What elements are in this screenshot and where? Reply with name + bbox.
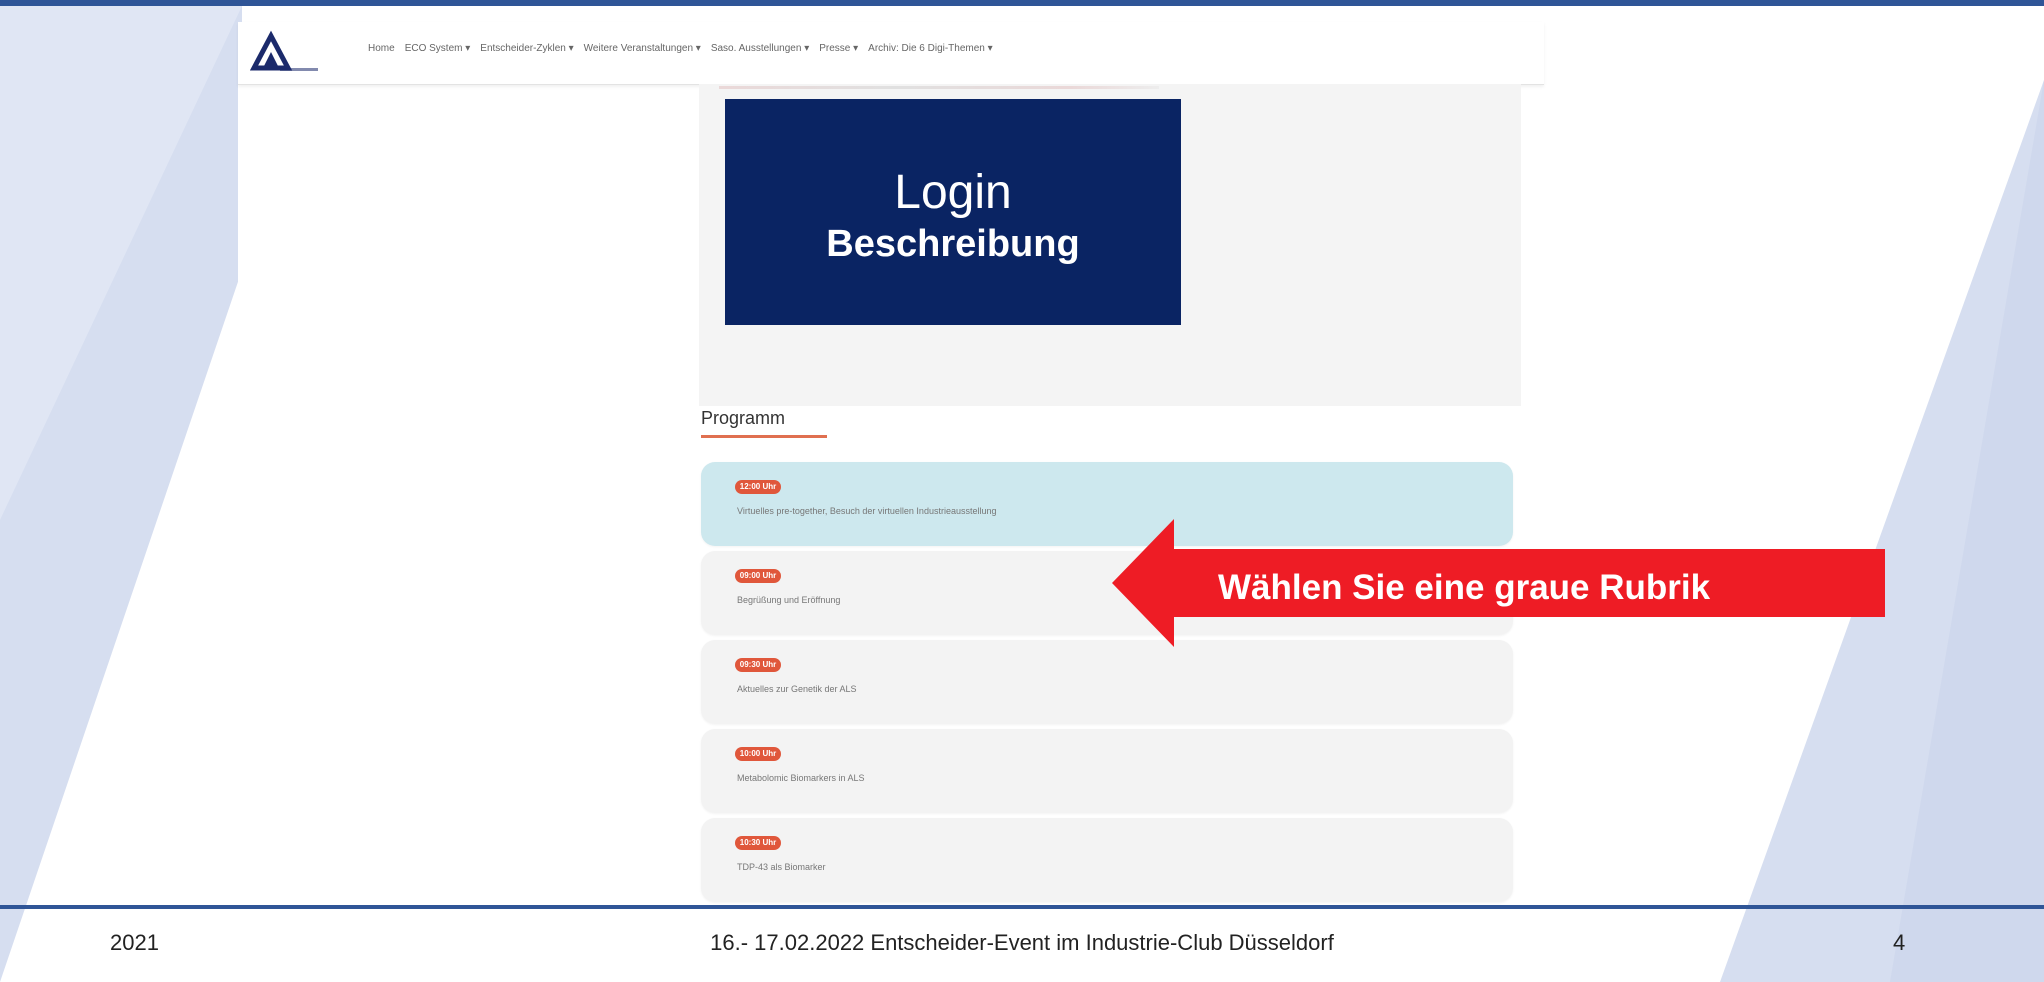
login-title: Login [894,166,1012,219]
nav-item-weitere-veranstaltungen[interactable]: Weitere Veranstaltungen ▾ [584,43,701,54]
programm-heading: Programm [701,408,786,428]
nav-item-archiv[interactable]: Archiv: Die 6 Digi-Themen ▾ [868,43,993,54]
time-badge: 10:00 Uhr [735,747,781,761]
nav-item-ausstellungen[interactable]: Saso. Ausstellungen ▾ [711,43,809,54]
top-rule [0,0,2044,6]
website-screenshot: Home ECO System ▾ Entscheider-Zyklen ▾ W… [238,22,1544,902]
top-navigation: Home ECO System ▾ Entscheider-Zyklen ▾ W… [238,22,1544,85]
time-badge: 10:30 Uhr [735,836,781,850]
nav-item-presse[interactable]: Presse ▾ [819,43,858,54]
time-badge: 09:00 Uhr [735,569,781,583]
nav-item-eco-system[interactable]: ECO System ▾ [405,43,471,54]
time-badge: 09:30 Uhr [735,658,781,672]
login-subtitle: Beschreibung [826,223,1080,265]
programm-item-5[interactable]: 10:30 Uhr TDP-43 als Biomarker [701,818,1513,902]
panel-divider [719,86,1159,89]
programm-item-text: Metabolomic Biomarkers in ALS [737,773,865,783]
page-number: 4 [1893,930,1906,955]
bottom-rule [0,905,2044,909]
nav-item-home[interactable]: Home [368,43,395,54]
footer-title: 16.- 17.02.2022 Entscheider-Event im Ind… [710,930,1334,955]
programm-item-text: Begrüßung und Eröffnung [737,595,841,605]
programm-item-text: Virtuelles pre-together, Besuch der virt… [737,506,997,516]
login-card[interactable]: Login Beschreibung [725,99,1181,325]
programm-item-text: TDP-43 als Biomarker [737,862,826,872]
nav-menu: Home ECO System ▾ Entscheider-Zyklen ▾ W… [368,43,993,54]
callout-text: Wählen Sie eine graue Rubrik [1218,568,1711,607]
programm-item-4[interactable]: 10:00 Uhr Metabolomic Biomarkers in ALS [701,729,1513,813]
programm-item-text: Aktuelles zur Genetik der ALS [737,684,857,694]
nav-item-entscheider-zyklen[interactable]: Entscheider-Zyklen ▾ [480,43,573,54]
time-badge: 12:00 Uhr [735,480,781,494]
logo-icon [250,30,318,71]
programm-item-3[interactable]: 09:30 Uhr Aktuelles zur Genetik der ALS [701,640,1513,724]
programm-underline [701,435,827,438]
